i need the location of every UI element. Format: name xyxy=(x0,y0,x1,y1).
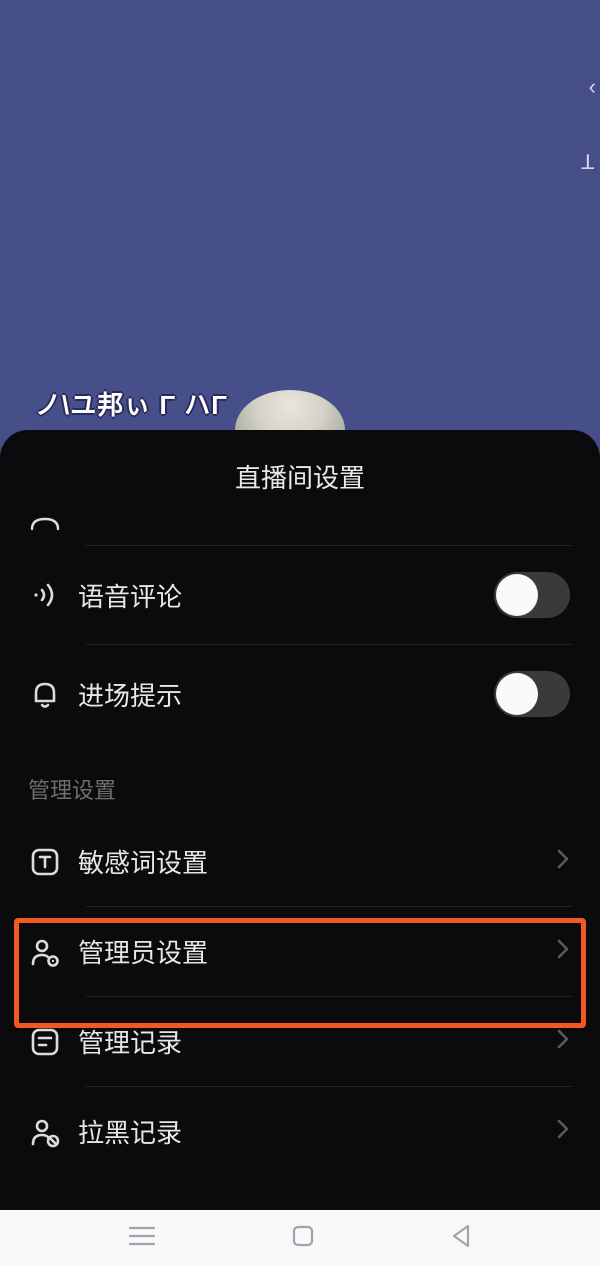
system-navbar xyxy=(0,1210,600,1266)
backdrop-area: ノ\ユ邦ぃ Γ ハΓ ‹ ꓕ xyxy=(0,0,600,430)
entry-notice-label: 进场提示 xyxy=(78,676,494,713)
chevron-right-icon xyxy=(556,1117,570,1146)
nav-back-icon[interactable] xyxy=(450,1223,472,1254)
list-box-icon xyxy=(28,1025,78,1059)
chevron-right-icon xyxy=(556,1027,570,1056)
user-block-icon xyxy=(28,1115,78,1149)
chevron-right-icon xyxy=(556,937,570,966)
sheet-title: 直播间设置 xyxy=(0,430,600,515)
row-sensitive-words[interactable]: 敏感词设置 xyxy=(0,817,600,906)
backdrop-edge-text-1: ‹ xyxy=(589,74,596,100)
user-gear-icon xyxy=(28,935,78,969)
voice-comment-label: 语音评论 xyxy=(78,577,494,614)
nav-recents-icon[interactable] xyxy=(128,1225,156,1252)
toggle-knob xyxy=(496,574,538,616)
bell-icon xyxy=(28,677,78,711)
row-manage-log[interactable]: 管理记录 xyxy=(0,997,600,1086)
chevron-right-icon xyxy=(556,847,570,876)
backdrop-text: ノ\ユ邦ぃ Γ ハΓ xyxy=(35,385,228,422)
clipped-row xyxy=(0,515,600,545)
clipped-icon xyxy=(28,515,78,533)
voice-comment-toggle[interactable] xyxy=(494,572,570,618)
manage-log-label: 管理记录 xyxy=(78,1023,556,1060)
row-voice-comment[interactable]: 语音评论 xyxy=(0,546,600,644)
row-entry-notice[interactable]: 进场提示 xyxy=(0,645,600,743)
settings-sheet: 直播间设置 语音评论 进场提示 xyxy=(0,430,600,1210)
backdrop-avatar xyxy=(235,390,345,430)
voice-icon xyxy=(28,578,78,612)
backdrop-edge-text-2: ꓕ xyxy=(582,150,594,175)
block-log-label: 拉黑记录 xyxy=(78,1113,556,1150)
nav-home-icon[interactable] xyxy=(291,1224,315,1253)
sensitive-words-label: 敏感词设置 xyxy=(78,843,556,880)
entry-notice-toggle[interactable] xyxy=(494,671,570,717)
text-box-icon xyxy=(28,845,78,879)
admin-settings-label: 管理员设置 xyxy=(78,933,556,970)
toggle-knob xyxy=(496,673,538,715)
section-management: 管理设置 xyxy=(0,743,600,817)
row-block-log[interactable]: 拉黑记录 xyxy=(0,1087,600,1176)
row-admin-settings[interactable]: 管理员设置 xyxy=(0,907,600,996)
